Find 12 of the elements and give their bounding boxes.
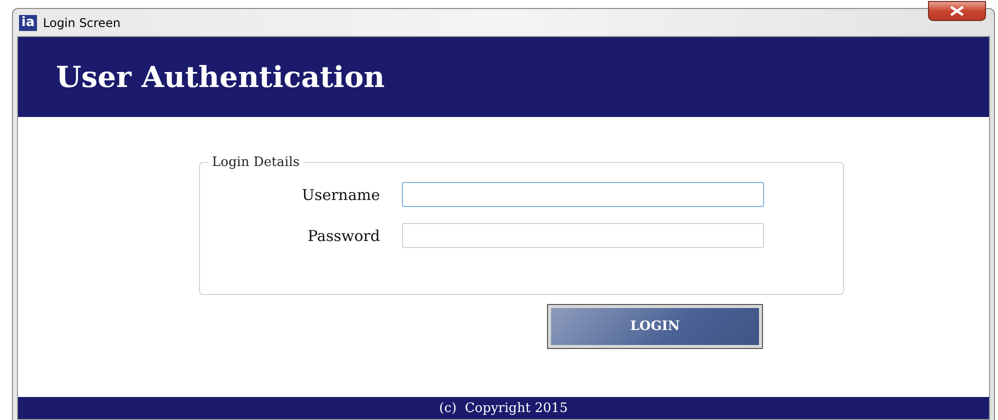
input-field[interactable] — [402, 182, 764, 207]
field-label: Username — [300, 186, 380, 204]
input-field[interactable] — [402, 223, 764, 248]
field-label: Password — [306, 226, 380, 244]
window-title: Login Screen — [43, 16, 120, 30]
header-title: User Authentication — [56, 60, 385, 94]
close-button[interactable] — [928, 1, 986, 21]
close-icon — [949, 6, 965, 16]
login-button[interactable]: LOGIN — [548, 305, 762, 348]
group-legend: Login Details — [208, 155, 304, 170]
copyright-text: (c) Copyright 2015 — [439, 400, 568, 416]
app-icon: ia — [19, 14, 37, 30]
